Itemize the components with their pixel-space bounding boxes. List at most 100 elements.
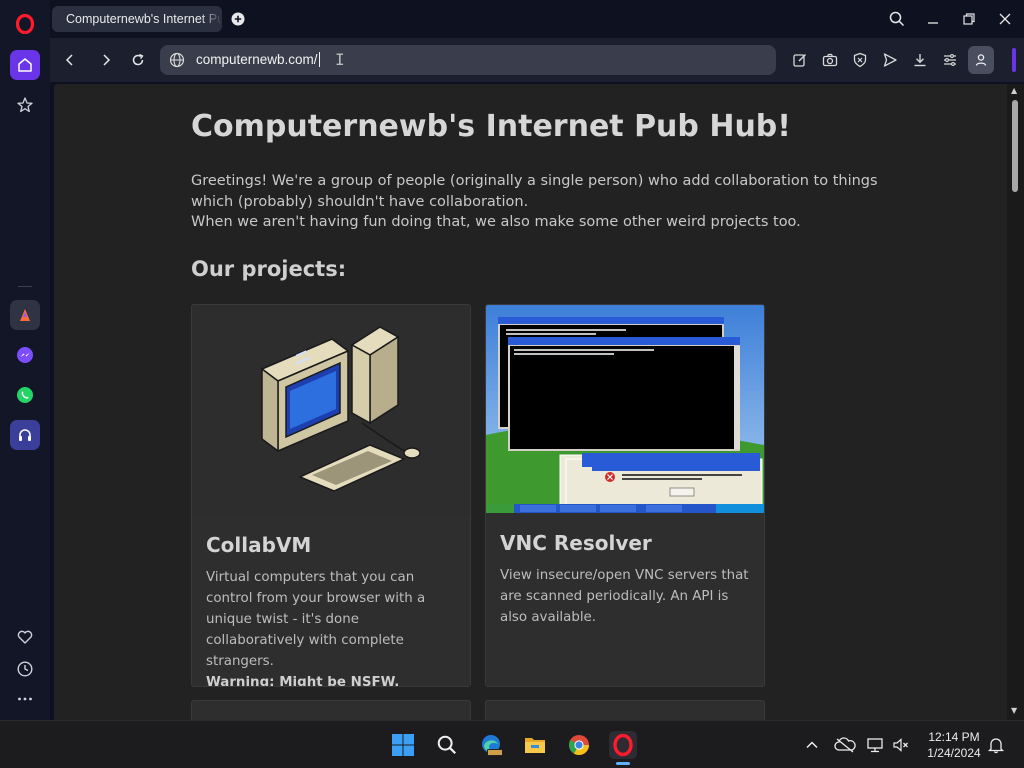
windows-start-icon	[392, 734, 414, 756]
sliders-icon	[944, 54, 956, 66]
show-hidden-icons-button[interactable]	[803, 736, 821, 754]
project-card-collabvm[interactable]: CollabVM Virtual computers that you can …	[191, 304, 471, 687]
taskbar-search-button[interactable]	[433, 731, 461, 759]
active-app-indicator	[616, 762, 630, 765]
minimize-button[interactable]	[922, 8, 944, 30]
card-description: View insecure/open VNC servers that are …	[500, 568, 749, 625]
network-button[interactable]	[866, 736, 884, 754]
back-button[interactable]	[60, 50, 80, 70]
taskbar-edge-dev-button[interactable]	[477, 731, 505, 759]
intro-text: Greetings! We're a group of people (orig…	[191, 171, 891, 233]
taskbar-file-explorer-button[interactable]	[521, 731, 549, 759]
sidebar-player-button[interactable]	[10, 420, 40, 450]
reload-button[interactable]	[128, 50, 148, 70]
project-card-partial[interactable]	[191, 700, 471, 720]
messenger-icon	[17, 347, 33, 363]
edit-icon	[793, 54, 806, 67]
scrollbar-thumb[interactable]	[1012, 100, 1018, 192]
card-description-text: Virtual computers that you can control f…	[206, 570, 426, 669]
new-tab-button[interactable]	[228, 9, 248, 29]
sidebar-whatsapp-button[interactable]	[10, 380, 40, 410]
camera-icon	[822, 53, 838, 67]
scroll-down-arrow-icon[interactable]: ▼	[1011, 706, 1017, 715]
taskbar-opera-button[interactable]	[609, 731, 637, 759]
search-icon	[437, 735, 457, 755]
music-player-icon	[19, 429, 31, 441]
windows-xp-screenshot-icon	[486, 305, 764, 513]
intro-line-1: Greetings! We're a group of people (orig…	[191, 173, 878, 210]
ellipsis-icon	[18, 697, 32, 701]
tab-title-fade	[200, 6, 222, 32]
bell-icon	[987, 738, 1005, 754]
windows-taskbar: 12:14 PM 1/24/2024	[0, 720, 1024, 768]
downloads-button[interactable]	[910, 50, 930, 70]
volume-muted-icon	[893, 738, 908, 752]
system-clock[interactable]: 12:14 PM 1/24/2024	[918, 729, 990, 761]
tab-active[interactable]: Computernewb's Internet Pub Hub	[52, 6, 222, 32]
volume-button[interactable]	[892, 736, 910, 754]
clock-icon	[17, 661, 33, 677]
flow-button[interactable]	[880, 50, 900, 70]
close-icon	[999, 13, 1011, 25]
star-icon	[17, 97, 33, 113]
card-description: Virtual computers that you can control f…	[206, 567, 458, 687]
collabvm-image	[192, 305, 470, 515]
nsfw-warning: Warning: Might be NSFW.	[206, 675, 400, 687]
heart-icon	[17, 630, 33, 644]
card-title[interactable]: CollabVM	[206, 533, 311, 557]
snapshot-button[interactable]	[820, 50, 840, 70]
easy-setup-button[interactable]	[790, 50, 810, 70]
plus-icon	[231, 12, 245, 26]
clock-date: 1/24/2024	[927, 746, 981, 760]
forward-button[interactable]	[96, 50, 116, 70]
chevron-right-icon	[103, 54, 111, 66]
restore-button[interactable]	[958, 8, 980, 30]
scroll-up-arrow-icon[interactable]: ▲	[1011, 86, 1017, 95]
taskbar-chrome-button[interactable]	[565, 731, 593, 759]
whatsapp-icon	[17, 387, 33, 403]
sidebar-pinboards-button[interactable]	[10, 622, 40, 652]
notifications-button[interactable]	[987, 736, 1005, 754]
file-explorer-icon	[525, 738, 545, 753]
text-cursor-icon: I	[335, 50, 345, 69]
send-icon	[883, 53, 897, 67]
shield-icon	[853, 52, 867, 68]
retro-computer-icon	[260, 326, 421, 492]
easy-setup-menu-button[interactable]	[940, 50, 960, 70]
search-icon	[889, 11, 905, 27]
profile-button[interactable]	[968, 46, 994, 74]
project-card-vnc-resolver[interactable]: VNC Resolver View insecure/open VNC serv…	[485, 304, 765, 687]
sidebar-divider	[18, 286, 32, 287]
page-title: Computernewb's Internet Pub Hub!	[191, 109, 791, 144]
sidebar-more-button[interactable]	[10, 684, 40, 714]
opera-logo-icon[interactable]	[15, 13, 35, 35]
chevron-left-icon	[65, 54, 73, 66]
restore-icon	[963, 13, 975, 25]
sidebar-history-button[interactable]	[10, 654, 40, 684]
page-viewport: Computernewb's Internet Pub Hub! Greetin…	[54, 84, 1007, 720]
sidebar-panel-indicator	[1012, 48, 1016, 72]
navigation-bar: computernewb.com/ I	[50, 38, 1024, 82]
tab-title: Computernewb's Internet Pub Hub	[66, 12, 222, 26]
chrome-icon	[568, 735, 589, 755]
sidebar-speed-dial-button[interactable]	[10, 90, 40, 120]
chevron-up-icon	[806, 741, 818, 749]
aria-icon	[20, 309, 30, 321]
card-title[interactable]: VNC Resolver	[500, 531, 652, 555]
close-button[interactable]	[994, 8, 1016, 30]
tab-search-button[interactable]	[886, 8, 908, 30]
onedrive-button[interactable]	[834, 736, 856, 754]
sidebar-home-button[interactable]	[10, 50, 40, 80]
reload-icon	[132, 53, 144, 66]
page-scrollbar[interactable]: ▲ ▼	[1007, 84, 1024, 720]
network-icon	[867, 738, 883, 753]
project-card-partial[interactable]	[485, 700, 765, 720]
address-bar[interactable]: computernewb.com/ I	[160, 45, 776, 75]
sidebar-messenger-button[interactable]	[10, 340, 40, 370]
sidebar-aria-button[interactable]	[10, 300, 40, 330]
vnc-resolver-image	[486, 305, 764, 513]
ad-blocker-button[interactable]	[850, 50, 870, 70]
start-button[interactable]	[389, 731, 417, 759]
home-icon	[18, 58, 32, 72]
url-text[interactable]: computernewb.com/	[196, 52, 320, 67]
